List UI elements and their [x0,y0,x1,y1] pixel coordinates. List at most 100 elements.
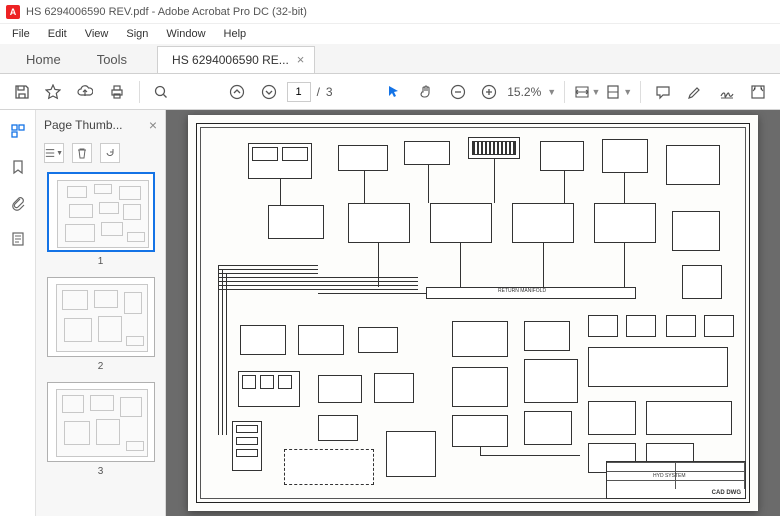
schematic-block [602,139,648,173]
document-area[interactable]: RETURN MANIFOLD [166,110,780,516]
bookmarks-rail-button[interactable] [7,156,29,178]
thumb-options-button[interactable]: ▼ [44,143,64,163]
zoom-out-button[interactable] [444,78,472,106]
schematic-wire [378,243,379,287]
menu-edit[interactable]: Edit [40,26,75,42]
schematic-wire [280,179,281,205]
menu-window[interactable]: Window [158,26,213,42]
schematic-block [282,147,308,161]
page-number-input[interactable] [287,82,311,102]
menu-file[interactable]: File [4,26,38,42]
schematic-block [260,375,274,389]
menu-view[interactable]: View [77,26,117,42]
chevron-down-icon: ▼ [547,87,556,97]
chevron-down-icon: ▼ [623,87,632,97]
schematic-block [404,141,450,165]
schematic-block [666,145,720,185]
thumbnail-page-3[interactable]: 3 [44,382,157,477]
schematic-wire [564,171,565,203]
schematic-wire [226,273,227,435]
cad-dwg-label: CAD DWG [712,490,741,496]
fit-width-button[interactable]: ▼ [573,78,601,106]
sign-button[interactable] [713,78,741,106]
schematic-wire [624,243,625,287]
schematic-block [524,411,572,445]
schematic-block [240,325,286,355]
tab-tools[interactable]: Tools [79,46,145,73]
schematic-block [540,141,584,171]
schematic-block [236,425,258,433]
schematic-block [236,437,258,445]
comment-button[interactable] [649,78,677,106]
star-button[interactable] [40,78,68,106]
schematic-wire [480,447,481,455]
save-button[interactable] [8,78,36,106]
schematic-block [430,203,492,243]
menu-sign[interactable]: Sign [118,26,156,42]
schematic-block [588,315,618,337]
schematic-block [386,431,436,477]
schematic-block [318,375,362,403]
page-display-button[interactable]: ▼ [605,78,633,106]
thumbnail-page-2[interactable]: 2 [44,277,157,372]
close-panel-button[interactable]: × [149,117,157,133]
page-down-button[interactable] [255,78,283,106]
schematic-wire [222,269,223,435]
selection-tool[interactable] [381,78,409,106]
schematic-block [452,367,508,407]
tab-home[interactable]: Home [8,46,79,73]
menubar: File Edit View Sign Window Help [0,24,780,44]
zoom-in-button[interactable] [476,78,504,106]
schematic-wire [543,243,544,287]
schematic-block [374,373,414,403]
print-button[interactable] [103,78,131,106]
schematic-wire [624,173,625,203]
thumbnail-label: 1 [44,256,157,267]
thumbnails-list[interactable]: 1 2 [36,166,165,516]
cloud-upload-button[interactable] [71,78,99,106]
thumb-delete-button[interactable] [72,143,92,163]
schematic-block [338,145,388,171]
search-button[interactable] [148,78,176,106]
menu-help[interactable]: Help [216,26,255,42]
zoom-value: 15.2% [507,85,541,99]
thumb-rotate-button[interactable] [100,143,120,163]
hand-tool[interactable] [412,78,440,106]
highlight-button[interactable] [681,78,709,106]
schematic-block [594,203,656,243]
schematic-block [512,203,574,243]
zoom-dropdown[interactable]: 15.2% ▼ [507,85,556,99]
attachments-rail-button[interactable] [7,192,29,214]
schematic-block [588,401,636,435]
stamp-button[interactable] [744,78,772,106]
schematic-block [672,211,720,251]
workspace: Page Thumb... × ▼ [0,110,780,516]
titlebar: A HS 6294006590 REV.pdf - Adobe Acrobat … [0,0,780,24]
schematic-wire [218,289,418,290]
schematic-block [242,375,256,389]
schematic-block [236,449,258,457]
schematic-wire [218,285,418,286]
tab-document[interactable]: HS 6294006590 RE... × [157,46,315,73]
schematic-wire [318,293,426,294]
app-icon: A [6,5,20,19]
schematic-wire [218,277,418,278]
schematic-wire [428,165,429,203]
schematic-block [252,147,278,161]
schematic-block [298,325,344,355]
separator [640,81,641,103]
thumbnails-header: Page Thumb... × [36,110,165,140]
tab-close-button[interactable]: × [297,52,305,67]
pdf-page: RETURN MANIFOLD [188,115,758,511]
page-up-button[interactable] [223,78,251,106]
thumbnail-page-1[interactable]: 1 [44,172,157,267]
schematic-block [626,315,656,337]
schematic-wire [218,281,418,282]
page-sep: / [317,85,320,99]
thumbnails-rail-button[interactable] [7,120,29,142]
title-block: CAD DWG HYD SYSTEM [606,461,746,499]
separator [564,81,565,103]
schematic-wire [494,159,495,203]
separator [139,81,140,103]
layers-rail-button[interactable] [7,228,29,250]
